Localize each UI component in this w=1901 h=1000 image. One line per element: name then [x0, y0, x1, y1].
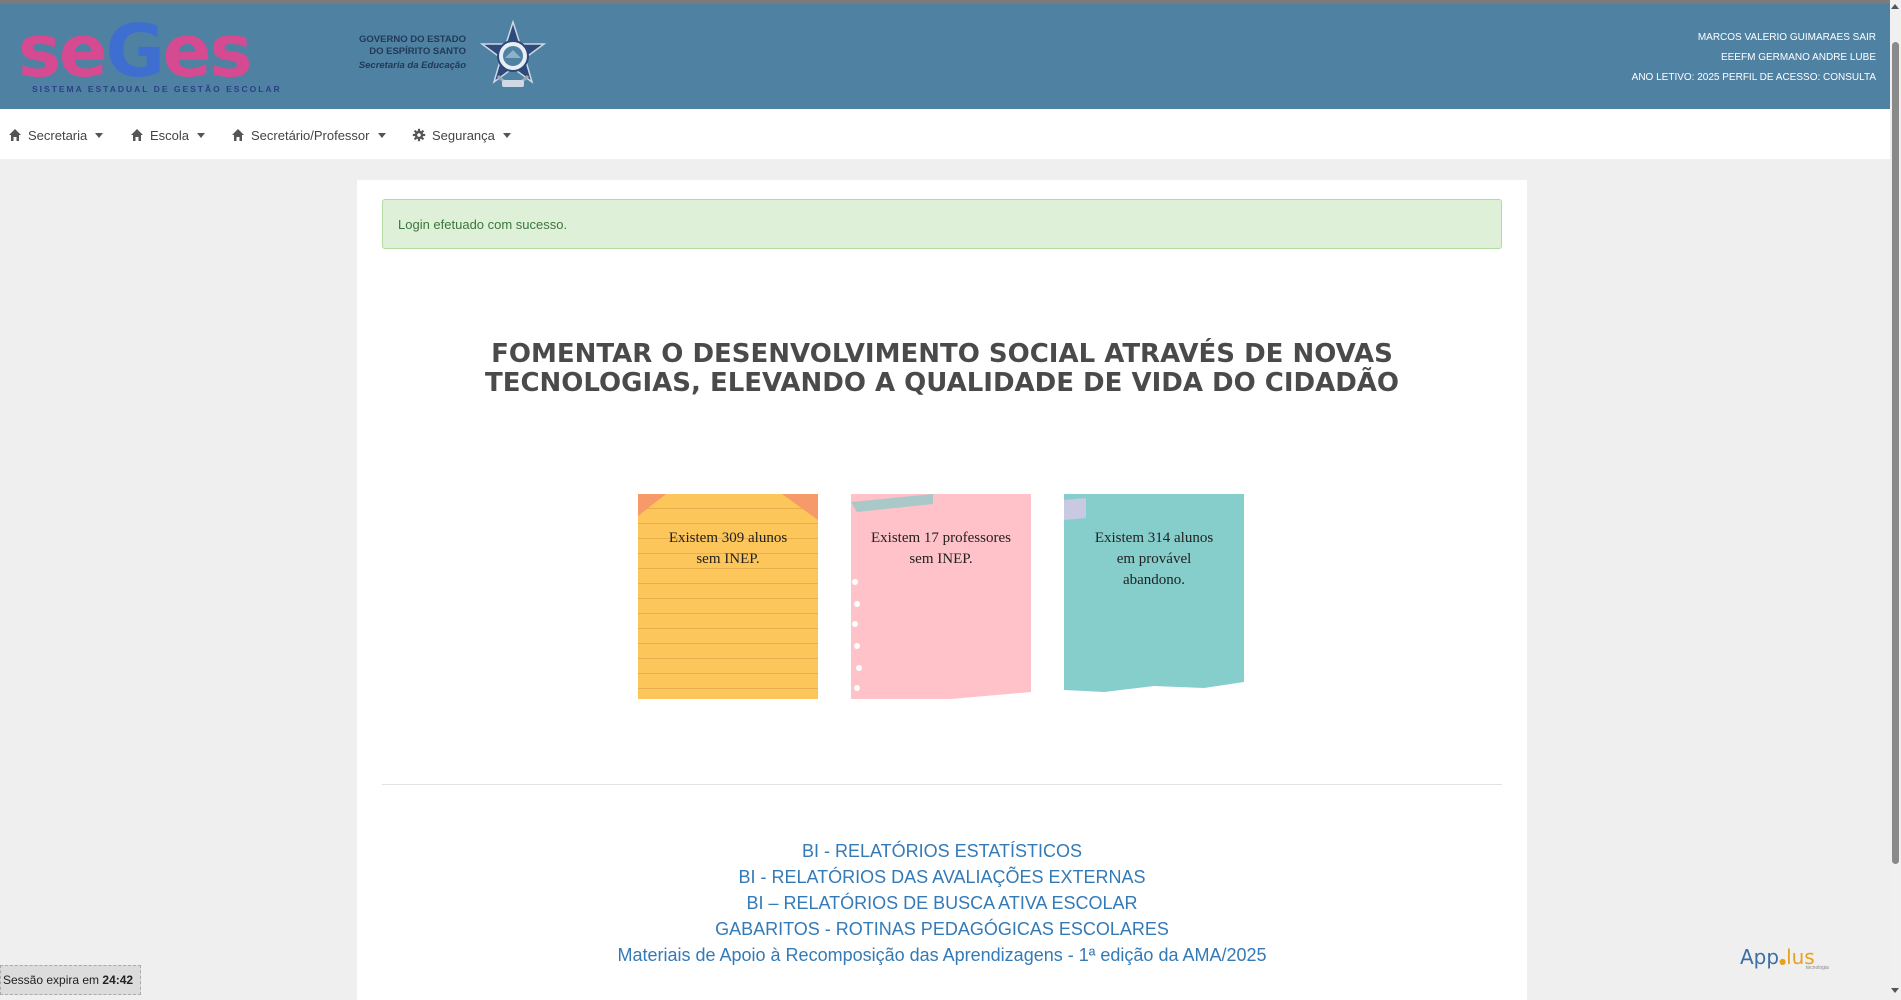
user-year-profile: ANO LETIVO: 2025 PERFIL DE ACESSO: CONSU… — [1631, 72, 1876, 83]
applus-logo[interactable]: App●lus — [1740, 945, 1815, 969]
nav-label: Segurança — [432, 127, 495, 143]
session-time: 24:42 — [102, 973, 134, 987]
link-support-materials[interactable]: Materiais de Apoio à Recomposição das Ap… — [357, 942, 1527, 968]
caret-down-icon — [502, 132, 511, 138]
home-icon — [232, 129, 244, 141]
user-school: EEEFM GERMANO ANDRE LUBE — [1720, 52, 1876, 63]
tape-strip-icon — [1064, 498, 1244, 699]
nav-label: Escola — [150, 127, 190, 143]
note-line: Existem 309 alunos — [668, 530, 788, 546]
main-navbar: Secretaria Escola Secretário/Professor S… — [0, 109, 1890, 159]
gov-line-3: Secretaria da Educação — [358, 60, 466, 71]
note-line: sem INEP. — [696, 551, 760, 567]
header-bar: seGes SISTEMA ESTADUAL DE GESTÃO ESCOLAR… — [0, 0, 1890, 109]
section-divider — [382, 784, 1502, 785]
home-icon — [131, 129, 143, 141]
note-students-no-inep[interactable]: Existem 309 alunos sem INEP. — [638, 494, 818, 699]
session-label: Sessão expira em — [3, 973, 100, 987]
logo-wordmark: seGes — [18, 9, 252, 93]
link-bi-statistical-reports[interactable]: BI - RELATÓRIOS ESTATÍSTICOS — [357, 838, 1527, 864]
slogan-heading: FOMENTAR O DESENVOLVIMENTO SOCIAL ATRAVÉ… — [357, 340, 1527, 398]
scroll-thumb[interactable] — [1892, 42, 1899, 864]
home-icon — [9, 129, 21, 141]
nav-label: Secretário/Professor — [251, 127, 370, 143]
link-answer-keys[interactable]: GABARITOS - ROTINAS PEDAGÓGICAS ESCOLARE… — [357, 916, 1527, 942]
brand-part-1: App — [1740, 945, 1780, 969]
user-name: MARCOS VALERIO GUIMARAES SAIR — [1697, 32, 1876, 43]
link-bi-active-search[interactable]: BI – RELATÓRIOS DE BUSCA ATIVA ESCOLAR — [357, 890, 1527, 916]
note-teachers-no-inep[interactable]: Existem 17 professores sem INEP. — [851, 494, 1031, 699]
caret-down-icon — [95, 132, 104, 138]
caret-down-icon — [377, 132, 386, 138]
scroll-down-icon[interactable] — [1891, 988, 1899, 993]
content-panel: Login efetuado com sucesso. FOMENTAR O D… — [357, 180, 1527, 1000]
logo-subtitle: SISTEMA ESTADUAL DE GESTÃO ESCOLAR — [32, 84, 282, 94]
slogan-line-1: FOMENTAR O DESENVOLVIMENTO SOCIAL ATRAVÉ… — [491, 339, 1393, 369]
applus-subtitle: tecnologia — [1806, 965, 1829, 971]
tape-corner-icon — [638, 494, 818, 520]
success-alert: Login efetuado com sucesso. — [382, 199, 1502, 249]
caret-down-icon — [197, 132, 206, 138]
tape-strip-icon — [851, 494, 1031, 699]
government-label: GOVERNO DO ESTADO DO ESPÍRITO SANTO Secr… — [350, 34, 466, 72]
note-students-dropout[interactable]: Existem 314 alunos em provável abandono. — [1064, 494, 1244, 699]
nav-item-secretaria[interactable]: Secretaria — [8, 125, 104, 145]
report-links: BI - RELATÓRIOS ESTATÍSTICOS BI - RELATÓ… — [357, 838, 1527, 968]
scroll-up-icon[interactable] — [1891, 4, 1899, 9]
link-bi-external-evaluations[interactable]: BI - RELATÓRIOS DAS AVALIAÇÕES EXTERNAS — [357, 864, 1527, 890]
nav-item-seguranca[interactable]: Segurança — [412, 125, 511, 145]
session-timer: Sessão expira em 24:42 — [0, 965, 141, 995]
state-seal-icon — [479, 20, 547, 87]
nav-item-secretario-professor[interactable]: Secretário/Professor — [231, 125, 386, 145]
gear-icon — [412, 128, 426, 142]
nav-item-escola[interactable]: Escola — [130, 125, 206, 145]
gov-line-2: DO ESPÍRITO SANTO — [369, 46, 466, 57]
nav-label: Secretaria — [28, 127, 88, 143]
seges-logo[interactable]: seGes SISTEMA ESTADUAL DE GESTÃO ESCOLAR — [18, 9, 280, 100]
slogan-line-2: TECNOLOGIAS, ELEVANDO A QUALIDADE DE VID… — [484, 368, 1400, 398]
page-scrollbar[interactable] — [1890, 0, 1901, 1000]
gov-line-1: GOVERNO DO ESTADO — [359, 34, 466, 45]
user-info: MARCOS VALERIO GUIMARAES SAIR EEEFM GERM… — [1632, 28, 1876, 88]
